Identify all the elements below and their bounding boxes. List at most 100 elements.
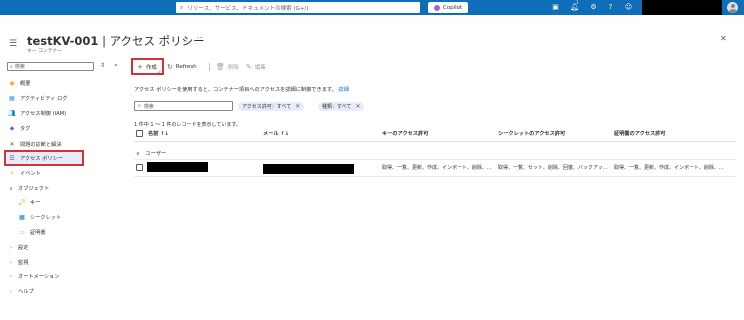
cloud-shell-icon[interactable]: ▣ bbox=[551, 3, 560, 12]
cert-permissions-cell: 取得、一覧、更新、作成、インポート、削除、… bbox=[614, 165, 724, 171]
column-cert-permissions: 証明書のアクセス許可 bbox=[614, 131, 666, 137]
more-icon[interactable]: ··· bbox=[197, 34, 204, 42]
key-permissions-cell: 取得、一覧、更新、作成、インポート、削除、… bbox=[382, 165, 492, 171]
certificate-icon: ▭ bbox=[19, 229, 25, 236]
filter-search-input[interactable]: ⌕ 検索 bbox=[134, 101, 233, 111]
copilot-icon bbox=[433, 4, 440, 11]
sidebar-item-label: ヘルプ bbox=[18, 289, 34, 295]
sidebar-item-keys[interactable]: 🔑︎ キー bbox=[18, 197, 138, 208]
sidebar-item-label: タグ bbox=[20, 126, 31, 132]
create-label: 作成 bbox=[145, 65, 157, 71]
avatar[interactable] bbox=[727, 2, 738, 13]
sidebar-item-label: キー bbox=[30, 200, 41, 206]
column-email[interactable]: メール ↑↓ bbox=[263, 130, 289, 137]
sidebar-item-tags[interactable]: ◆ タグ bbox=[8, 123, 128, 134]
help-icon[interactable]: ? bbox=[606, 3, 615, 12]
mouse-cursor-icon: ☝ bbox=[157, 69, 162, 77]
access-policy-icon: ☰ bbox=[9, 154, 15, 162]
sidebar-item-label: シークレット bbox=[30, 215, 62, 221]
type-filter-pill[interactable]: 種類：すべて ✕ bbox=[318, 102, 365, 111]
description-text: アクセス ポリシーを使用すると、コンテナー項目へのアクセスを詳細に制御できます。 bbox=[134, 87, 337, 93]
sidebar-item-label: アクティビティ ログ bbox=[20, 96, 68, 102]
learn-more-link[interactable]: 詳細 bbox=[338, 87, 348, 93]
notification-badge: 1 bbox=[576, 0, 579, 5]
remove-filter-icon[interactable]: ✕ bbox=[355, 103, 360, 110]
resource-name: testKV-001 bbox=[27, 34, 99, 48]
edit-button[interactable]: ✎ 編集 bbox=[246, 62, 266, 72]
filter-search-placeholder: 検索 bbox=[143, 103, 154, 110]
row-checkbox[interactable] bbox=[136, 164, 143, 171]
sidebar-group-settings[interactable]: › 設定 bbox=[8, 242, 128, 253]
sidebar-item-certificates[interactable]: ▭ 証明書 bbox=[18, 227, 138, 238]
sidebar-item-label: 問題の診断と解決 bbox=[20, 142, 62, 148]
copilot-button[interactable]: Copilot bbox=[428, 2, 468, 13]
row-divider bbox=[134, 176, 736, 177]
copilot-label: Copilot bbox=[442, 4, 463, 11]
plus-icon: + bbox=[137, 63, 143, 71]
search-icon: ⌕ bbox=[180, 3, 184, 11]
secret-icon: ▦ bbox=[19, 214, 25, 221]
sidebar-item-overview[interactable]: ◉ 概要 bbox=[8, 78, 128, 89]
group-label: ユーザー bbox=[145, 151, 167, 157]
close-icon[interactable]: ✕ bbox=[720, 34, 727, 43]
key-vault-icon: ☰ bbox=[9, 39, 18, 49]
redacted-email bbox=[263, 164, 354, 174]
sidebar-item-label: オブジェクト bbox=[18, 186, 50, 192]
sidebar-search-placeholder: 検索 bbox=[14, 64, 25, 70]
sidebar-item-label: オートメーション bbox=[18, 274, 60, 280]
pencil-icon: ✎ bbox=[246, 63, 252, 71]
chevron-down-icon: ∨ bbox=[136, 151, 140, 157]
chevron-right-icon: › bbox=[10, 259, 12, 266]
sidebar-item-diagnose[interactable]: ✕ 問題の診断と解決 bbox=[8, 139, 128, 150]
toolbar-divider bbox=[209, 63, 210, 71]
sidebar-item-label: 概要 bbox=[20, 81, 31, 87]
sidebar-item-label: 設定 bbox=[18, 245, 29, 251]
search-icon: ⌕ bbox=[138, 103, 141, 109]
iam-icon: 👥︎ bbox=[8, 110, 16, 117]
favorite-star-icon[interactable]: ☆ bbox=[182, 35, 189, 44]
global-search-placeholder: リソース、サービス、ドキュメントの検索 (G+/) bbox=[187, 5, 309, 12]
redacted-name bbox=[147, 162, 208, 172]
global-search-input[interactable]: ⌕ リソース、サービス、ドキュメントの検索 (G+/) bbox=[176, 2, 420, 13]
events-icon: ⚡ bbox=[9, 170, 15, 177]
sidebar-item-label: アクセス制御 (IAM) bbox=[20, 111, 67, 117]
delete-button[interactable]: 🗑︎ 削除 bbox=[216, 62, 239, 72]
sidebar-item-events[interactable]: ⚡ イベント bbox=[8, 168, 128, 179]
sidebar-item-label: 証明書 bbox=[30, 230, 46, 236]
collapse-sidebar-icon[interactable]: « bbox=[114, 62, 118, 69]
sidebar-item-secrets[interactable]: ▦ シークレット bbox=[18, 212, 138, 223]
chevron-down-icon: ∨ bbox=[9, 185, 13, 192]
sidebar-item-access-policy[interactable]: ☰ アクセス ポリシー bbox=[4, 150, 84, 166]
delete-label: 削除 bbox=[227, 65, 239, 71]
gear-icon[interactable]: ⚙ bbox=[589, 3, 598, 12]
sidebar-group-monitoring[interactable]: › 監視 bbox=[8, 257, 128, 268]
permission-filter-pill[interactable]: アクセス許可：すべて ✕ bbox=[238, 102, 305, 111]
resource-type: キー コンテナー bbox=[27, 49, 63, 54]
chevron-right-icon: › bbox=[10, 273, 12, 280]
select-all-checkbox[interactable] bbox=[136, 130, 143, 137]
chevron-right-icon: › bbox=[10, 244, 12, 251]
sidebar-search-input[interactable]: ⌕ 検索 bbox=[7, 62, 94, 71]
sidebar-item-activity-log[interactable]: ▤ アクティビティ ログ bbox=[8, 93, 128, 104]
trash-icon: 🗑︎ bbox=[216, 63, 225, 71]
group-header-users[interactable]: ∨ ユーザー bbox=[136, 149, 166, 157]
top-bar: ⌕ リソース、サービス、ドキュメントの検索 (G+/) Copilot ▣ 🔔︎… bbox=[0, 0, 744, 15]
record-count: 1 件中 1 ～ 1 件のレコードを表示しています。 bbox=[134, 122, 241, 128]
column-name[interactable]: 名前 ↑↓ bbox=[148, 130, 169, 137]
header-divider bbox=[134, 141, 736, 142]
feedback-icon[interactable]: ☺ bbox=[624, 3, 633, 12]
sidebar-group-help[interactable]: › ヘルプ bbox=[8, 286, 128, 297]
redacted-account bbox=[642, 0, 722, 15]
activity-log-icon: ▤ bbox=[9, 95, 15, 102]
type-filter-label: 種類：すべて bbox=[322, 104, 352, 110]
create-button[interactable]: + 作成 bbox=[137, 62, 157, 72]
remove-filter-icon[interactable]: ✕ bbox=[295, 103, 300, 110]
sidebar-group-automation[interactable]: › オートメーション bbox=[8, 271, 128, 282]
overview-icon: ◉ bbox=[9, 80, 15, 87]
refresh-button[interactable]: ↻ Refresh bbox=[167, 62, 197, 72]
sidebar-toggle-icon[interactable]: ⇕ bbox=[100, 62, 105, 69]
sidebar-item-iam[interactable]: 👥︎ アクセス制御 (IAM) bbox=[8, 108, 128, 119]
sidebar-group-objects[interactable]: ∨ オブジェクト bbox=[8, 183, 128, 194]
page-name: | アクセス ポリシー bbox=[102, 34, 205, 48]
edit-label: 編集 bbox=[254, 65, 266, 71]
